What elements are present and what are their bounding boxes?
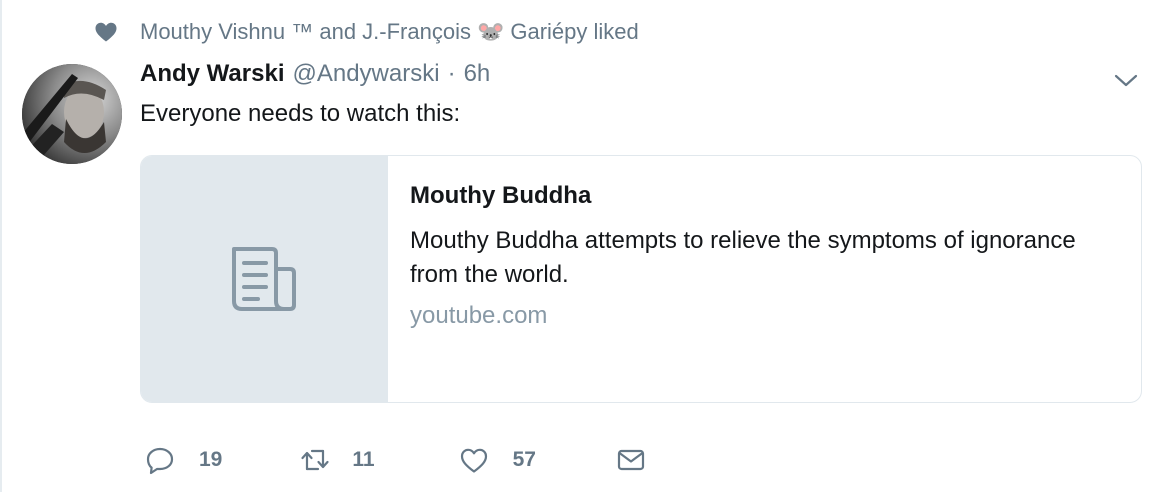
- card-description: Mouthy Buddha attempts to relieve the sy…: [410, 227, 1076, 288]
- link-card[interactable]: Mouthy Buddha Mouthy Buddha attempts to …: [140, 155, 1142, 403]
- social-context: Mouthy Vishnu ™ and J.-François 🐭 Gariép…: [92, 14, 639, 50]
- avatar-image: [22, 64, 122, 164]
- social-context-text-before[interactable]: Mouthy Vishnu ™ and J.-François: [140, 19, 471, 45]
- card-thumbnail: [141, 156, 388, 402]
- header-separator: ·: [447, 60, 456, 87]
- tweet-actions: 19 11 57: [145, 438, 646, 482]
- like-count: 57: [512, 448, 536, 471]
- tweet-text: Everyone needs to watch this:: [140, 100, 461, 127]
- timeline-border: [0, 0, 2, 492]
- heart-icon: [95, 22, 117, 42]
- message-button[interactable]: [616, 445, 646, 475]
- tweet-timestamp[interactable]: 6h: [464, 60, 491, 88]
- card-body: Mouthy Buddha Mouthy Buddha attempts to …: [388, 156, 1132, 402]
- mouse-emoji: 🐭: [476, 19, 505, 44]
- author-name[interactable]: Andy Warski: [140, 60, 284, 88]
- like-heart-icon: [460, 448, 487, 473]
- reply-icon: [146, 447, 174, 475]
- author-handle[interactable]: @Andywarski: [292, 60, 439, 88]
- card-title: Mouthy Buddha: [410, 182, 592, 209]
- avatar[interactable]: [22, 64, 122, 164]
- retweet-count: 11: [352, 448, 375, 471]
- chevron-down-icon[interactable]: [1112, 66, 1140, 94]
- retweet-button[interactable]: 11: [298, 445, 375, 475]
- envelope-icon: [617, 449, 645, 471]
- tweet-header: Andy Warski @Andywarski · 6h: [140, 60, 490, 96]
- reply-count: 19: [199, 448, 223, 471]
- retweet-icon: [301, 449, 329, 471]
- card-domain: youtube.com: [410, 302, 548, 329]
- like-button[interactable]: 57: [459, 445, 536, 475]
- social-context-text-after[interactable]: Gariépy liked: [510, 19, 638, 45]
- document-icon: [232, 247, 296, 311]
- reply-button[interactable]: 19: [145, 445, 222, 475]
